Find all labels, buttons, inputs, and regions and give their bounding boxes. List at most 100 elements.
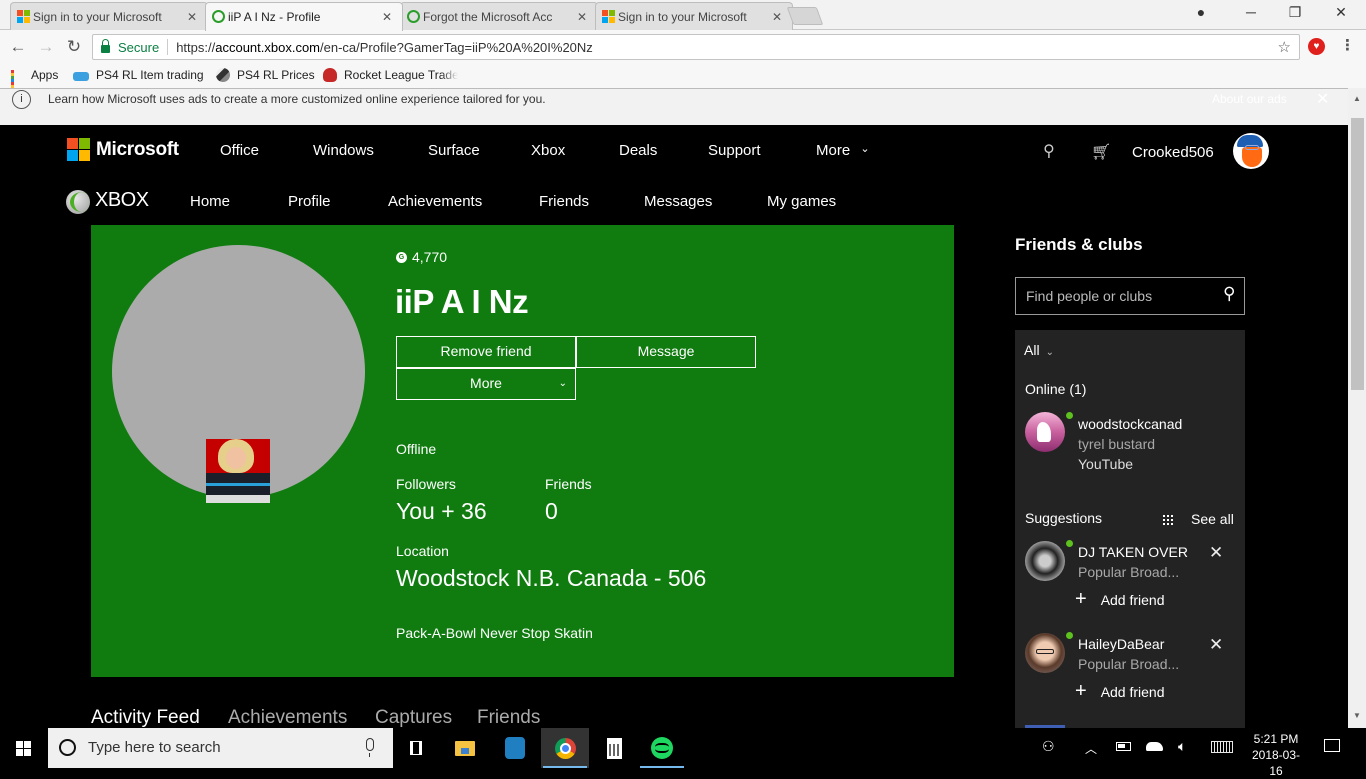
scroll-down-icon[interactable]: ▼ <box>1353 711 1361 720</box>
xbox-nav-messages[interactable]: Messages <box>644 193 712 210</box>
account-username[interactable]: Crooked506 <box>1132 144 1214 161</box>
add-friend-label: Add friend <box>1100 591 1165 608</box>
friend-gamertag: woodstockcanad <box>1078 416 1183 432</box>
xbox-nav-my-games[interactable]: My games <box>767 193 836 210</box>
keyboard-icon[interactable] <box>1211 741 1233 753</box>
scrollbar-thumb[interactable] <box>1351 118 1364 390</box>
remove-friend-button[interactable]: Remove friend <box>396 336 576 368</box>
find-people-input[interactable]: Find people or clubs ⚲ <box>1015 277 1245 315</box>
nav-support[interactable]: Support <box>708 142 761 159</box>
xbox-brand[interactable]: XBOX <box>95 189 149 212</box>
gamerscore: G 4,770 <box>396 249 447 265</box>
microphone-icon[interactable] <box>366 738 374 757</box>
message-button[interactable]: Message <box>576 336 756 368</box>
taskbar-search-box[interactable]: Type here to search <box>48 728 393 768</box>
tab-title: iiP A I Nz - Profile <box>228 10 321 24</box>
spotify-button[interactable] <box>638 728 686 768</box>
about-our-ads-link[interactable]: About our ads <box>1212 92 1287 106</box>
bookmark-ps4-rl-prices[interactable]: PS4 RL Prices <box>216 68 315 82</box>
address-bar[interactable]: Secure https://account.xbox.com/en-ca/Pr… <box>92 34 1300 60</box>
volume-icon[interactable]: 🔈︎ <box>1178 738 1186 755</box>
close-tab-icon[interactable]: ✕ <box>185 10 199 24</box>
followers-value[interactable]: You + 36 <box>396 498 487 525</box>
chrome-taskbar-button[interactable] <box>541 728 589 768</box>
windows-start-icon[interactable] <box>16 741 31 756</box>
microsoft-brand[interactable]: Microsoft <box>96 139 179 161</box>
user-avatar[interactable] <box>1233 133 1269 169</box>
bookmark-apps[interactable]: Apps <box>10 68 59 97</box>
task-view-button[interactable] <box>392 728 440 768</box>
grid-view-icon[interactable] <box>1163 515 1173 525</box>
nav-xbox[interactable]: Xbox <box>531 142 565 159</box>
friends-label: Friends <box>545 476 592 492</box>
extension-heart-icon[interactable]: ♥ <box>1308 38 1325 55</box>
profile-icon[interactable]: ● <box>1186 4 1216 20</box>
action-center-icon[interactable] <box>1324 739 1340 752</box>
nav-office[interactable]: Office <box>220 142 259 159</box>
show-hidden-icons[interactable]: ︿ <box>1085 740 1097 757</box>
calculator-button[interactable] <box>590 728 638 768</box>
people-icon[interactable]: ⚇ <box>1042 738 1055 755</box>
nav-more[interactable]: More ⌄ <box>816 142 870 159</box>
close-window-icon[interactable]: ✕ <box>1326 4 1356 21</box>
cart-icon[interactable]: 🛒︎ <box>1091 142 1111 162</box>
friends-value[interactable]: 0 <box>545 498 558 525</box>
nav-windows[interactable]: Windows <box>313 142 374 159</box>
tab-achievements[interactable]: Achievements <box>228 707 347 729</box>
bookmark-star-icon[interactable]: ☆ <box>1278 38 1291 56</box>
chrome-menu-icon[interactable]: ⋮ <box>1340 36 1355 54</box>
tab-friends[interactable]: Friends <box>477 707 540 729</box>
close-tab-icon[interactable]: ✕ <box>575 10 589 24</box>
microsoft-logo-icon[interactable] <box>67 138 90 161</box>
bookmark-label: Apps <box>31 68 59 82</box>
cortana-icon <box>59 739 76 756</box>
close-icon[interactable]: ✕ <box>1316 89 1329 109</box>
nav-deals[interactable]: Deals <box>619 142 657 159</box>
forward-icon[interactable]: → <box>36 37 56 57</box>
xbox-nav-profile[interactable]: Profile <box>288 193 331 210</box>
see-all-link[interactable]: See all <box>1191 511 1234 527</box>
dismiss-suggestion-icon[interactable]: ✕ <box>1209 543 1223 563</box>
xbox-nav-home[interactable]: Home <box>190 193 230 210</box>
more-button[interactable]: More ⌄ <box>396 368 576 400</box>
browser-tab-active[interactable]: iiP A I Nz - Profile ✕ <box>205 2 403 31</box>
ads-notice-text[interactable]: Learn how Microsoft uses ads to create a… <box>48 92 546 106</box>
onedrive-icon[interactable] <box>1146 739 1163 751</box>
info-icon: i <box>12 90 31 109</box>
avatar-beard <box>1242 147 1262 167</box>
touch-app-button[interactable] <box>491 728 539 768</box>
gamertag: iiP A I Nz <box>395 283 529 320</box>
browser-tab[interactable]: Sign in to your Microsoft ✕ <box>595 2 793 30</box>
dismiss-suggestion-icon[interactable]: ✕ <box>1209 635 1223 655</box>
add-friend-button[interactable]: + Add friend <box>1075 680 1165 703</box>
scroll-up-icon[interactable]: ▲ <box>1353 94 1361 103</box>
search-icon[interactable]: ⚲ <box>1043 141 1055 161</box>
browser-tab[interactable]: Sign in to your Microsoft ✕ <box>10 2 208 30</box>
nav-surface[interactable]: Surface <box>428 142 480 159</box>
restore-icon[interactable]: ❐ <box>1280 4 1310 21</box>
xbox-logo-icon[interactable] <box>66 190 90 214</box>
search-icon[interactable]: ⚲ <box>1223 284 1235 304</box>
close-tab-icon[interactable]: ✕ <box>380 10 394 24</box>
presence-status: Offline <box>396 441 437 457</box>
tab-activity-feed[interactable]: Activity Feed <box>91 707 200 729</box>
new-tab-button[interactable] <box>786 7 824 25</box>
back-icon[interactable]: ← <box>8 37 28 57</box>
browser-tab[interactable]: Forgot the Microsoft Acc ✕ <box>400 2 598 30</box>
url-scheme: https:// <box>176 39 216 55</box>
xbox-nav-friends[interactable]: Friends <box>539 193 589 210</box>
close-tab-icon[interactable]: ✕ <box>770 10 784 24</box>
friend-activity: YouTube <box>1078 456 1134 472</box>
minimize-icon[interactable]: ─ <box>1236 4 1266 20</box>
reload-icon[interactable]: ↻ <box>64 37 84 57</box>
page-scrollbar[interactable]: ▲ ▼ <box>1348 88 1366 728</box>
xbox-nav-achievements[interactable]: Achievements <box>388 193 482 210</box>
taskbar-clock[interactable]: 5:21 PM 2018-03-16 <box>1248 731 1304 779</box>
tab-captures[interactable]: Captures <box>375 707 452 729</box>
bookmark-rocket-league-trades[interactable]: Rocket League Trades <box>323 68 458 82</box>
battery-icon[interactable] <box>1116 742 1131 751</box>
file-explorer-button[interactable] <box>441 728 489 768</box>
filter-dropdown[interactable]: All ⌄ <box>1024 342 1054 358</box>
add-friend-button[interactable]: + Add friend <box>1075 588 1165 611</box>
bookmark-ps4-rl-item-trading[interactable]: PS4 RL Item trading <box>73 68 204 82</box>
